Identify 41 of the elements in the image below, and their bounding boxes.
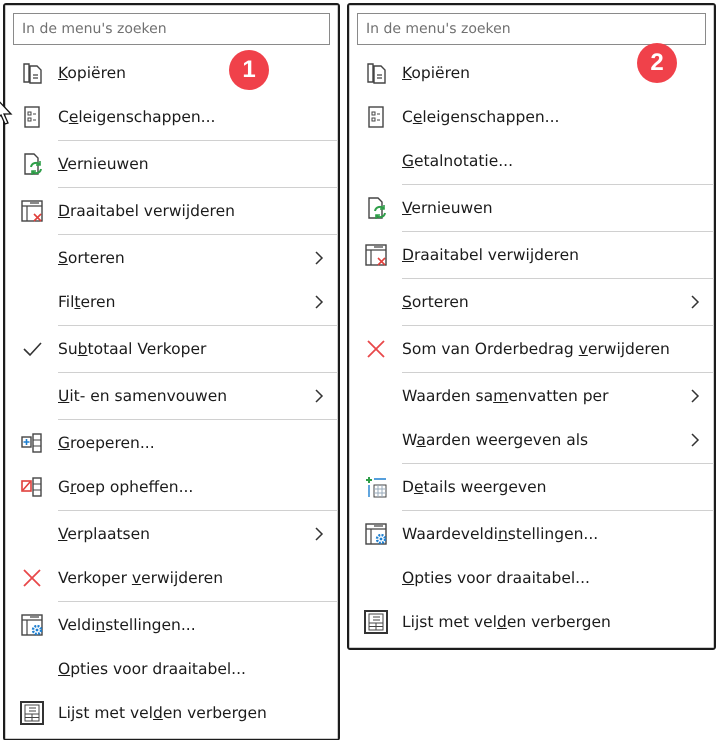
menu-item[interactable]: Kopiëren [58, 64, 126, 82]
menu-item[interactable]: Draaitabel verwijderen [58, 202, 235, 220]
menu-item[interactable]: Waarden weergeven als [402, 431, 588, 449]
menu-item[interactable]: Groep opheffen... [58, 478, 194, 496]
ungroup-icon [20, 475, 44, 499]
menu-item[interactable]: Waardeveldinstellingen... [402, 525, 598, 543]
menu-item[interactable]: Som van Orderbedrag verwijderen [402, 340, 670, 358]
menu-item[interactable]: Filteren [58, 293, 116, 311]
field-list-icon [20, 701, 44, 725]
menu-item[interactable]: Vernieuwen [402, 199, 493, 217]
settings-icon [364, 522, 388, 546]
menu-item[interactable]: Sorteren [58, 249, 125, 267]
number-badge: 1 [229, 50, 269, 90]
menu-item[interactable]: Groeperen... [58, 434, 155, 452]
menu-item[interactable]: Veldinstellingen... [58, 616, 196, 634]
menu-item[interactable]: Getalnotatie... [402, 152, 514, 170]
menu-item[interactable]: Lijst met velden verbergen [402, 613, 611, 631]
menu-item[interactable]: Details weergeven [402, 478, 546, 496]
menu-item[interactable]: Draaitabel verwijderen [402, 246, 579, 264]
field-list-icon [364, 610, 388, 634]
menu-item[interactable]: Subtotaal Verkoper [58, 340, 206, 358]
menu-item[interactable]: Verplaatsen [58, 525, 150, 543]
menu-item[interactable]: Waarden samenvatten per [402, 387, 608, 405]
group-icon [20, 431, 44, 455]
settings-icon [20, 613, 44, 637]
search-field[interactable]: In de menu's zoeken [357, 13, 706, 45]
number-badge: 2 [637, 43, 677, 83]
menu-item[interactable]: Sorteren [402, 293, 469, 311]
menu-item[interactable]: Celeigenschappen... [58, 108, 216, 126]
menu-item[interactable]: Opties voor draaitabel... [402, 569, 590, 587]
details-icon [364, 475, 388, 499]
search-field[interactable]: In de menu's zoeken [13, 13, 330, 45]
table-delete-icon [20, 199, 44, 223]
table-delete-icon [364, 243, 388, 267]
menu-item[interactable]: Kopiëren [402, 64, 470, 82]
menu-item[interactable]: Verkoper verwijderen [58, 569, 224, 587]
menu-item[interactable]: Vernieuwen [58, 155, 149, 173]
menu-item[interactable]: Uit- en samenvouwen [58, 387, 228, 405]
menu-item[interactable]: Celeigenschappen... [402, 108, 560, 126]
menu-item[interactable]: Opties voor draaitabel... [58, 660, 246, 678]
menu-item[interactable]: Lijst met velden verbergen [58, 704, 267, 722]
